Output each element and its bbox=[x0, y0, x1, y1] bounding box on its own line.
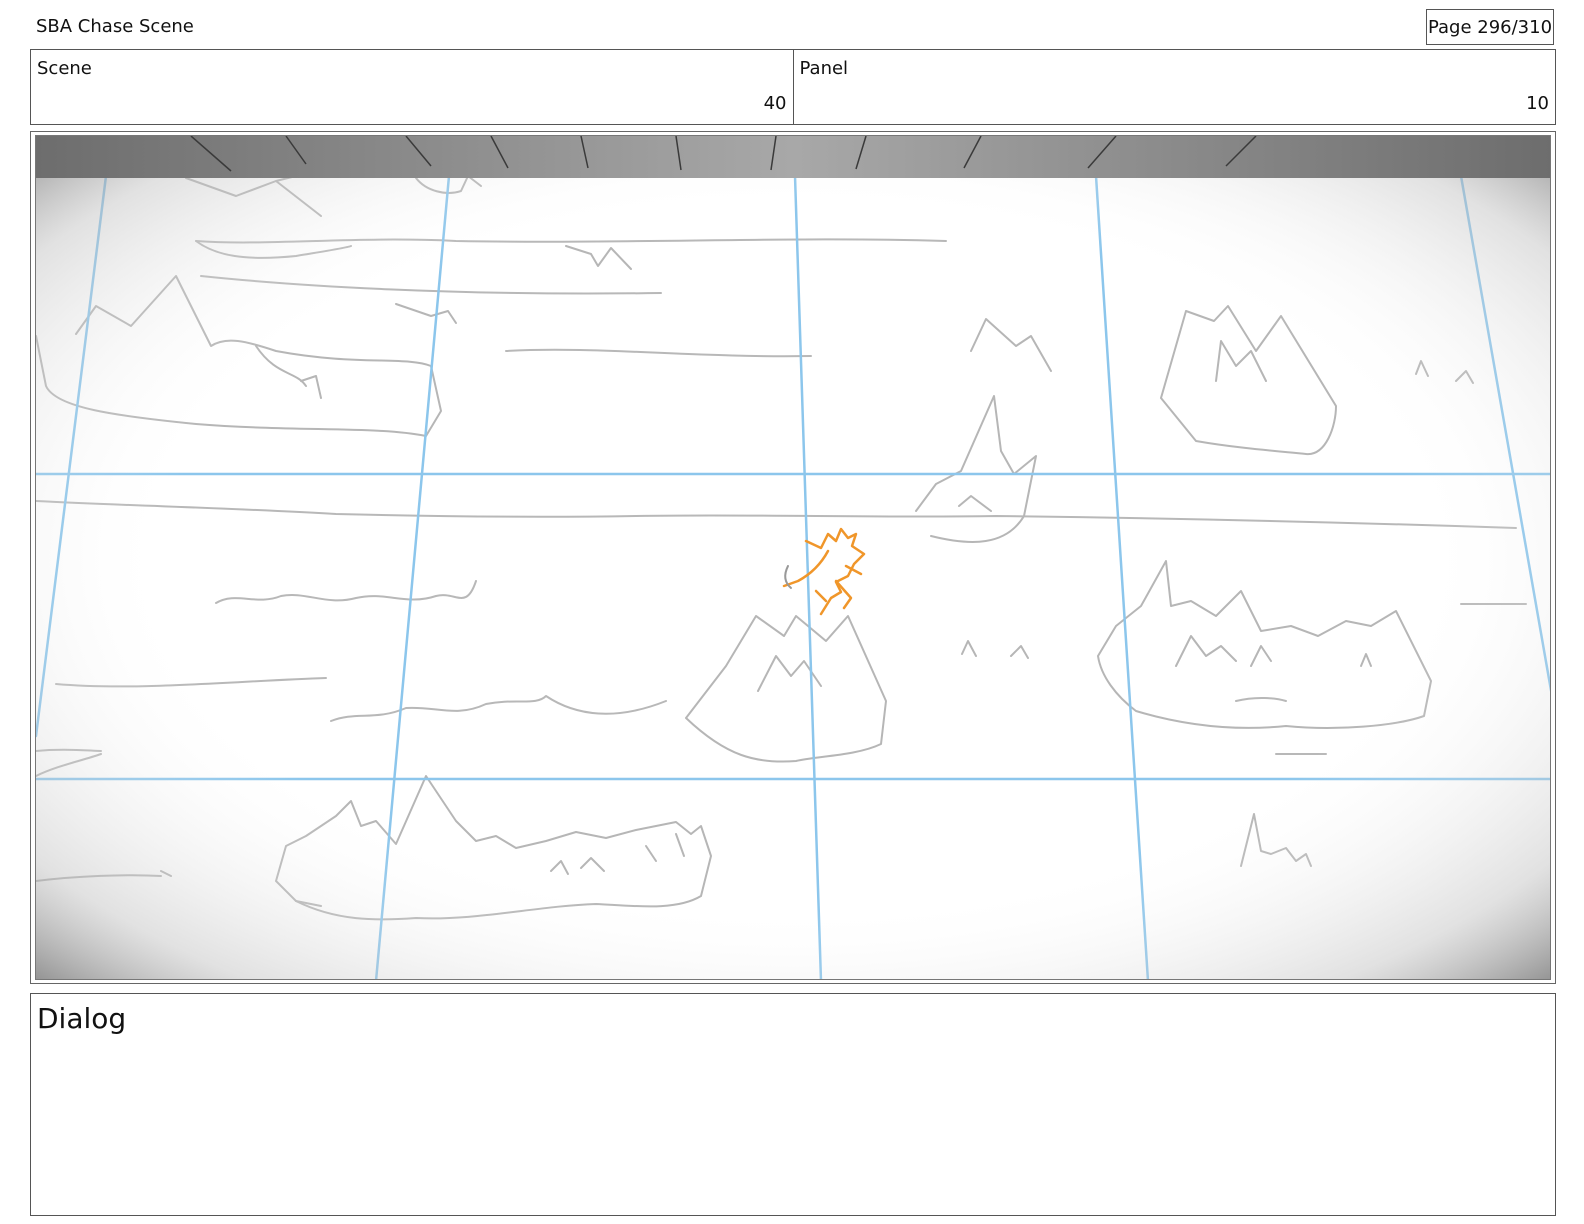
page-number-box: Page 296/310 bbox=[1426, 9, 1554, 45]
storyboard-sketch bbox=[36, 136, 1550, 979]
scene-label: Scene bbox=[37, 58, 92, 79]
top-ice-shelf bbox=[36, 136, 1550, 178]
scene-cell: Scene 40 bbox=[31, 50, 793, 124]
dialog-label: Dialog bbox=[37, 1002, 127, 1035]
storyboard-title: SBA Chase Scene bbox=[36, 16, 194, 37]
panel-cell: Panel 10 bbox=[792, 50, 1556, 124]
vignette-overlay bbox=[36, 136, 1550, 979]
scene-number: 40 bbox=[763, 93, 787, 114]
panel-number: 10 bbox=[1526, 93, 1549, 114]
panel-image bbox=[35, 135, 1551, 980]
info-row: Scene 40 Panel 10 bbox=[30, 49, 1556, 125]
panel-label: Panel bbox=[799, 58, 849, 79]
dialog-box: Dialog bbox=[30, 993, 1556, 1216]
